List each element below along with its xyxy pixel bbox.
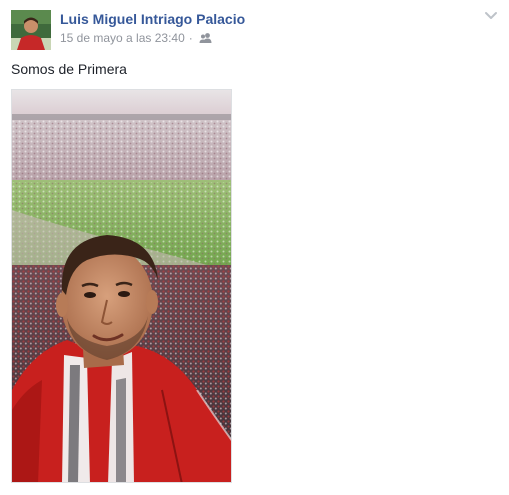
- post-timestamp[interactable]: 15 de mayo a las 23:40: [60, 31, 185, 45]
- chevron-down-icon[interactable]: [483, 9, 499, 23]
- post-meta: 15 de mayo a las 23:40 ·: [60, 31, 212, 45]
- stadium-selfie-image: [12, 90, 231, 482]
- author-avatar[interactable]: [11, 10, 51, 50]
- post-message: Somos de Primera: [11, 61, 127, 77]
- avatar-image: [11, 10, 51, 50]
- author-name-link[interactable]: Luis Miguel Intriago Palacio: [60, 11, 245, 27]
- post-photo[interactable]: [11, 89, 232, 483]
- meta-separator: ·: [188, 31, 193, 45]
- friends-icon[interactable]: [199, 32, 212, 44]
- feed-post: Luis Miguel Intriago Palacio 15 de mayo …: [0, 0, 509, 495]
